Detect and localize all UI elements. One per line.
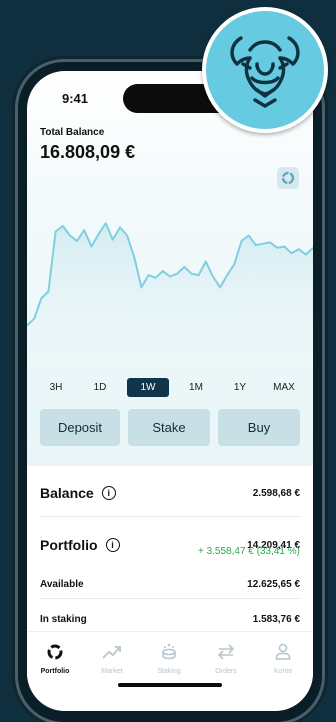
divider — [40, 516, 300, 517]
available-value: 12.625,65 € — [247, 579, 300, 590]
range-1d[interactable]: 1D — [83, 379, 117, 396]
phone-frame: 9:41 Total Balance 16.808,09 € 3H 1D 1W 1M 1… — [18, 62, 322, 722]
app-screen: 9:41 Total Balance 16.808,09 € 3H 1D 1W 1M 1… — [27, 71, 313, 711]
range-1m[interactable]: 1M — [179, 379, 213, 396]
info-icon[interactable]: i — [105, 538, 120, 552]
total-balance-label: Total Balance — [40, 127, 105, 138]
market-icon — [102, 646, 121, 659]
total-balance-value: 16.808,09 € — [40, 142, 136, 162]
portfolio-gain: + 3.558,47 € (33,41 %) — [197, 546, 300, 557]
time-range-selector: 3H 1D 1W 1M 1Y MAX — [39, 377, 301, 397]
staking-icon — [162, 643, 176, 660]
tab-label: Staking — [157, 668, 181, 675]
home-indicator — [118, 683, 222, 687]
balance-row[interactable]: Balance i 2.598,68 € — [40, 485, 300, 501]
tab-orders[interactable]: Orders — [198, 642, 254, 675]
tab-portfolio[interactable]: Portfolio — [27, 642, 83, 675]
range-1w[interactable]: 1W — [127, 377, 169, 397]
range-3h[interactable]: 3H — [39, 379, 73, 396]
status-time: 9:41 — [62, 91, 89, 106]
tab-konto[interactable]: Konto — [255, 642, 311, 675]
range-max[interactable]: MAX — [267, 379, 301, 396]
orders-icon — [217, 644, 235, 660]
tab-staking[interactable]: Staking — [141, 642, 197, 675]
available-label: Available — [40, 579, 84, 590]
in-staking-label: In staking — [40, 614, 87, 625]
bison-icon — [230, 36, 300, 108]
action-buttons: Deposit Stake Buy — [40, 409, 300, 447]
buy-button[interactable]: Buy — [218, 409, 300, 446]
range-1y[interactable]: 1Y — [223, 379, 257, 396]
info-icon[interactable]: i — [101, 486, 116, 500]
price-chart[interactable] — [27, 211, 313, 361]
available-row: Available 12.625,65 € — [40, 579, 300, 590]
donut-chart-icon — [281, 171, 295, 185]
bottom-tab-bar: Portfolio Market Staking Orders Konto — [27, 631, 313, 711]
chart-area-fill — [27, 223, 313, 361]
balance-label: Balance — [40, 485, 94, 501]
chart-type-button[interactable] — [277, 167, 299, 189]
in-staking-row: In staking 1.583,76 € — [40, 614, 300, 625]
tab-label: Market — [101, 668, 123, 675]
tab-market[interactable]: Market — [84, 642, 140, 675]
stake-button[interactable]: Stake — [128, 409, 210, 446]
portfolio-icon — [47, 644, 63, 660]
divider — [40, 598, 300, 599]
portfolio-label: Portfolio — [40, 537, 98, 553]
deposit-button[interactable]: Deposit — [40, 409, 120, 446]
bison-logo — [202, 7, 328, 133]
account-icon — [275, 643, 291, 660]
tab-label: Portfolio — [40, 668, 70, 675]
tab-label: Orders — [215, 668, 237, 675]
balance-value: 2.598,68 € — [252, 487, 300, 499]
tab-label: Konto — [273, 668, 293, 675]
in-staking-value: 1.583,76 € — [252, 614, 300, 625]
